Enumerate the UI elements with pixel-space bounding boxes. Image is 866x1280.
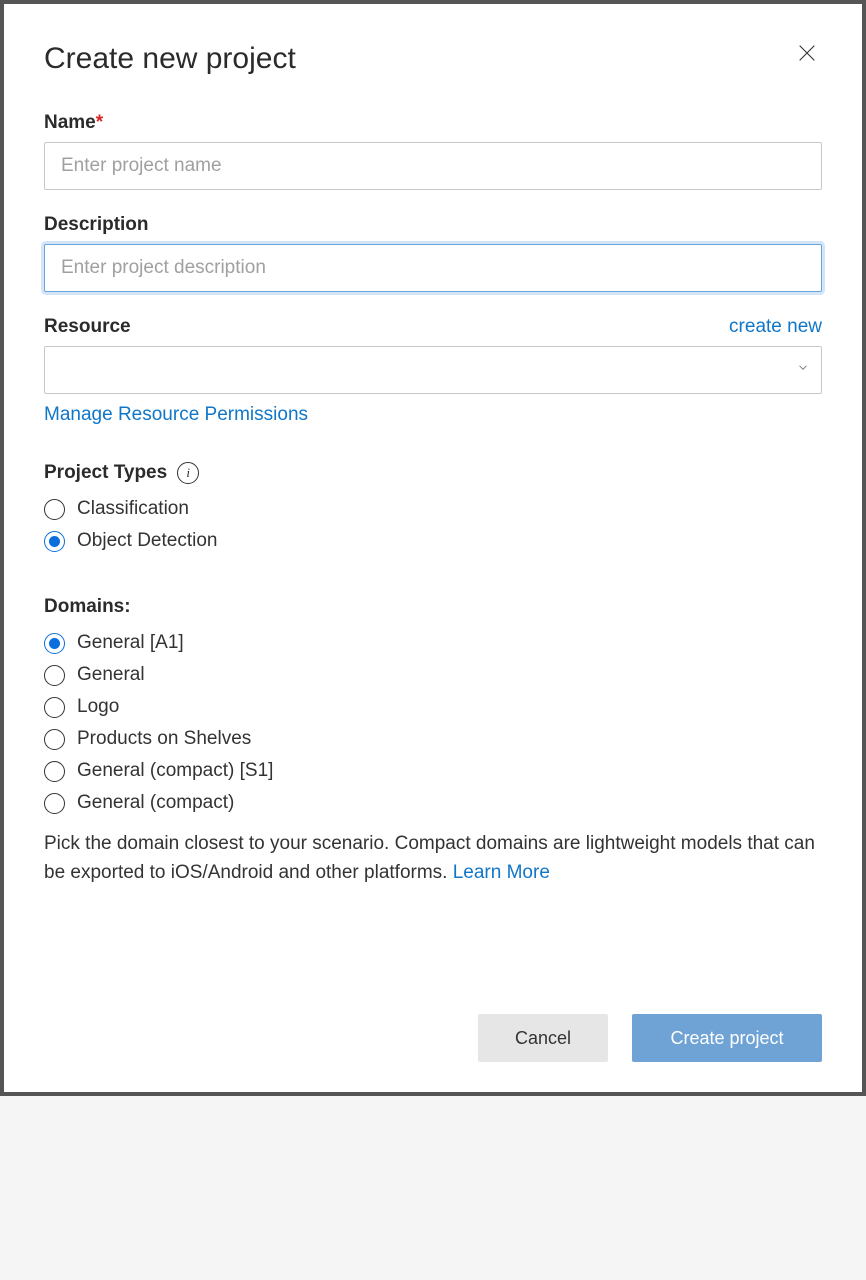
dialog-title: Create new project [44, 42, 296, 76]
create-project-button[interactable]: Create project [632, 1014, 822, 1062]
radio-label: Object Detection [77, 530, 217, 552]
dialog-header: Create new project [44, 42, 822, 76]
domain-general[interactable]: General [44, 664, 822, 686]
resource-label: Resource [44, 316, 131, 338]
name-group: Name* [44, 112, 822, 190]
radio-icon [44, 729, 65, 750]
domain-products-on-shelves[interactable]: Products on Shelves [44, 728, 822, 750]
domain-general-a1[interactable]: General [A1] [44, 632, 822, 654]
info-icon[interactable]: i [177, 462, 199, 484]
radio-label: Logo [77, 696, 119, 718]
close-icon [796, 52, 818, 67]
project-types-label: Project Types i [44, 462, 822, 484]
project-type-classification[interactable]: Classification [44, 498, 822, 520]
radio-dot-icon [49, 638, 60, 649]
radio-label: Products on Shelves [77, 728, 251, 750]
description-label: Description [44, 214, 822, 236]
domain-helper-text: Pick the domain closest to your scenario… [44, 830, 822, 887]
domain-general-compact[interactable]: General (compact) [44, 792, 822, 814]
radio-label: General [77, 664, 145, 686]
domain-helper-text-content: Pick the domain closest to your scenario… [44, 833, 815, 883]
radio-icon [44, 761, 65, 782]
learn-more-link[interactable]: Learn More [453, 862, 550, 883]
radio-label: General [A1] [77, 632, 184, 654]
project-types-group: Project Types i Classification Object De… [44, 462, 822, 562]
radio-label: Classification [77, 498, 189, 520]
description-group: Description [44, 214, 822, 292]
cancel-button[interactable]: Cancel [478, 1014, 608, 1062]
name-label-text: Name [44, 112, 96, 133]
resource-group: Resource create new Manage Resource Perm… [44, 316, 822, 426]
manage-resource-permissions-link[interactable]: Manage Resource Permissions [44, 404, 308, 426]
project-types-label-text: Project Types [44, 462, 167, 484]
radio-icon [44, 665, 65, 686]
radio-icon [44, 633, 65, 654]
radio-icon [44, 697, 65, 718]
domains-label: Domains: [44, 596, 822, 618]
close-button[interactable] [792, 38, 822, 71]
domain-general-compact-s1[interactable]: General (compact) [S1] [44, 760, 822, 782]
name-input[interactable] [44, 142, 822, 190]
resource-select-wrap [44, 346, 822, 394]
radio-icon [44, 793, 65, 814]
domains-group: Domains: General [A1] General Logo Produ… [44, 596, 822, 887]
description-input[interactable] [44, 244, 822, 292]
create-new-resource-link[interactable]: create new [729, 316, 822, 338]
resource-select[interactable] [44, 346, 822, 394]
name-label: Name* [44, 112, 822, 134]
radio-label: General (compact) [S1] [77, 760, 273, 782]
radio-label: General (compact) [77, 792, 234, 814]
radio-icon [44, 531, 65, 552]
create-project-dialog: Create new project Name* Description Res… [4, 4, 862, 1092]
resource-label-row: Resource create new [44, 316, 822, 338]
radio-dot-icon [49, 536, 60, 547]
project-type-object-detection[interactable]: Object Detection [44, 530, 822, 552]
required-asterisk: * [96, 112, 103, 133]
radio-icon [44, 499, 65, 520]
dialog-footer: Cancel Create project [44, 994, 822, 1062]
domain-logo[interactable]: Logo [44, 696, 822, 718]
